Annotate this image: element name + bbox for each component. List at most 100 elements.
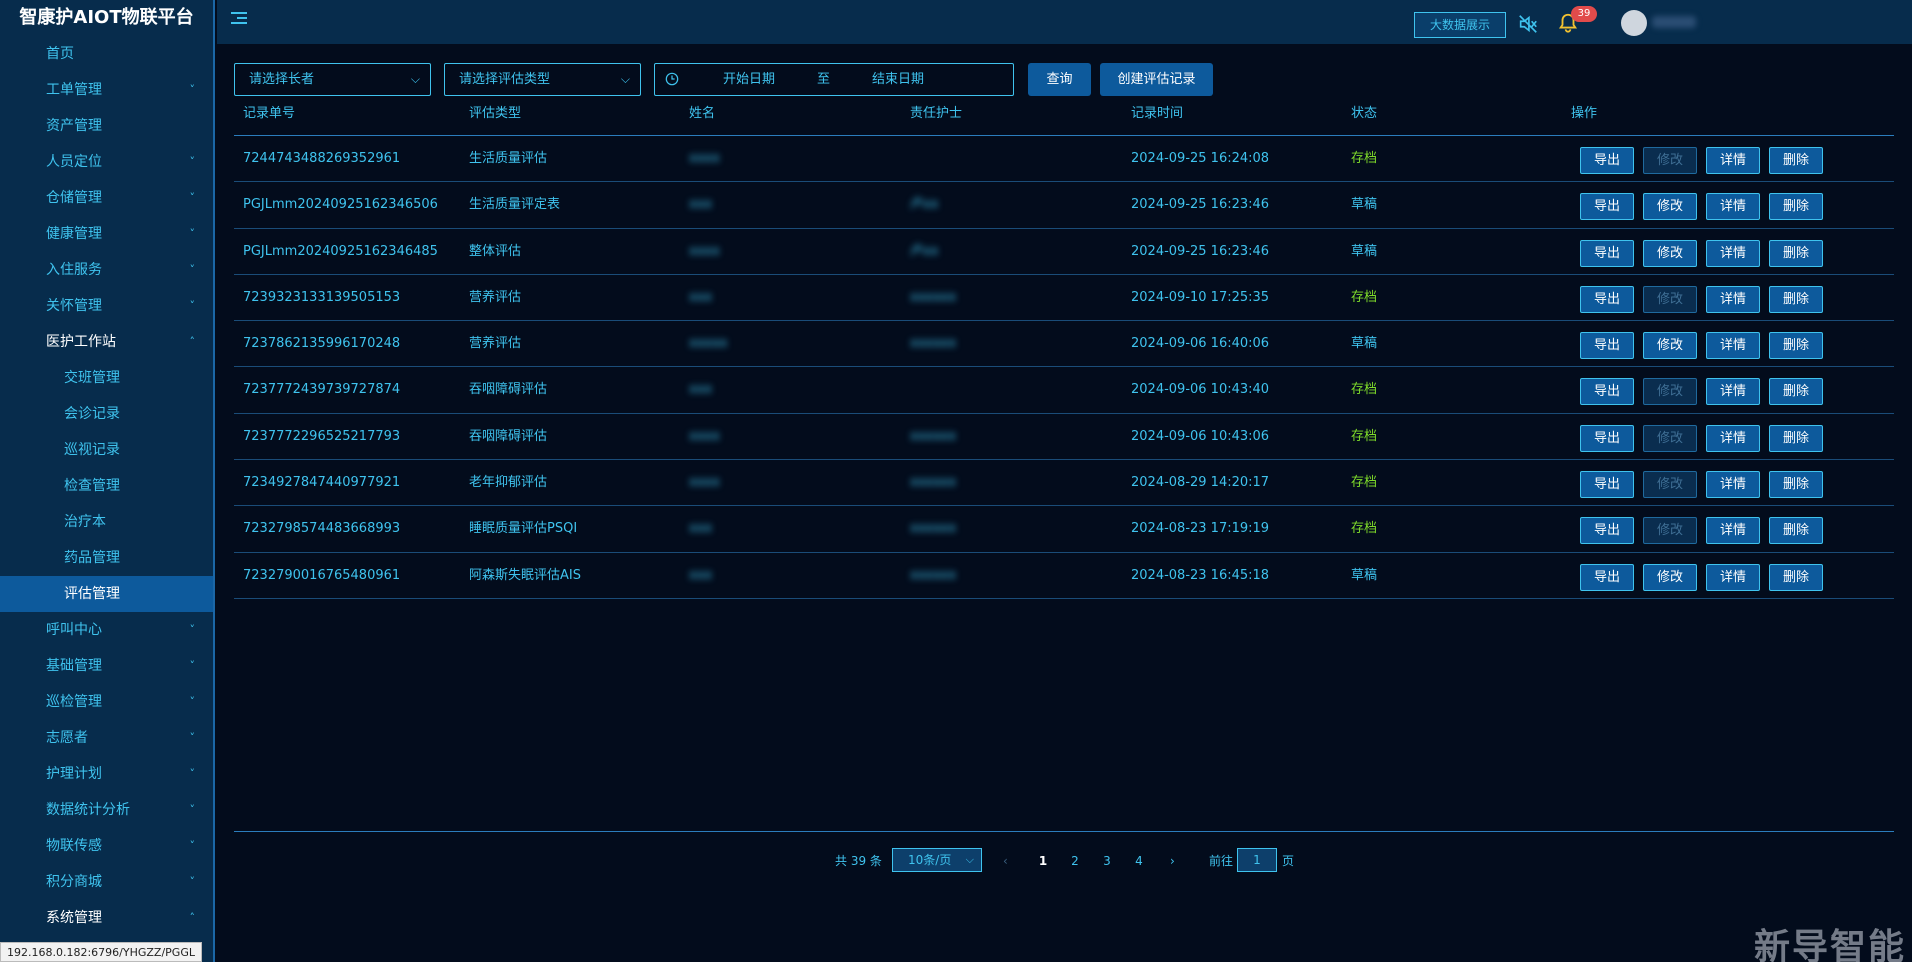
date-range-picker[interactable]: 开始日期 至 结束日期: [654, 63, 1014, 96]
edit-button[interactable]: 修改: [1643, 517, 1697, 545]
sidebar-item-care[interactable]: 关怀管理 ˅: [0, 288, 213, 324]
sidebar-item-work-order[interactable]: 工单管理 ˅: [0, 72, 213, 108]
delete-button[interactable]: 删除: [1769, 193, 1823, 221]
sidebar-subitem-treatment[interactable]: 治疗本: [0, 504, 213, 540]
page-number[interactable]: 4: [1131, 848, 1147, 874]
sidebar-subitem-consultation[interactable]: 会诊记录: [0, 396, 213, 432]
col-name: 姓名: [689, 106, 716, 121]
edit-button[interactable]: 修改: [1643, 563, 1697, 591]
detail-button[interactable]: 详情: [1706, 239, 1760, 267]
sidebar-item-care-plan[interactable]: 护理计划 ˅: [0, 756, 213, 792]
export-button[interactable]: 导出: [1580, 147, 1634, 174]
sidebar-item-assets[interactable]: 资产管理: [0, 108, 213, 144]
cell-name: xxx: [689, 567, 713, 583]
delete-button[interactable]: 删除: [1769, 424, 1823, 452]
next-page-button[interactable]: ›: [1170, 848, 1175, 874]
sidebar-item-points-mall[interactable]: 积分商城 ˅: [0, 864, 213, 900]
prev-page-button[interactable]: ‹: [1003, 848, 1008, 874]
export-button[interactable]: 导出: [1580, 193, 1634, 221]
export-button[interactable]: 导出: [1580, 285, 1634, 313]
sidebar-item-positioning[interactable]: 人员定位 ˅: [0, 144, 213, 180]
username-blurred[interactable]: [1652, 16, 1696, 28]
sidebar-item-call-center[interactable]: 呼叫中心 ˅: [0, 612, 213, 648]
create-assessment-button[interactable]: 创建评估记录: [1100, 63, 1213, 96]
export-button[interactable]: 导出: [1580, 517, 1634, 545]
export-button[interactable]: 导出: [1580, 424, 1634, 452]
delete-button[interactable]: 删除: [1769, 239, 1823, 267]
start-date-input[interactable]: 开始日期: [723, 64, 775, 95]
chevron-up-icon: ˄: [189, 911, 196, 924]
elder-select[interactable]: 请选择长者 ⌵: [234, 63, 431, 96]
assessment-type-select[interactable]: 请选择评估类型 ⌵: [444, 63, 641, 96]
table-row: PGJLmm20240925162346485 整体评估 xxxx 卢xx 2024-0…: [234, 229, 1894, 275]
sidebar-item-checkin[interactable]: 入住服务 ˅: [0, 252, 213, 288]
detail-button[interactable]: 详情: [1706, 193, 1760, 221]
delete-button[interactable]: 删除: [1769, 378, 1823, 406]
export-button[interactable]: 导出: [1580, 563, 1634, 591]
detail-button[interactable]: 详情: [1706, 147, 1760, 174]
delete-button[interactable]: 删除: [1769, 332, 1823, 360]
sidebar-subitem-patrol-record[interactable]: 巡视记录: [0, 432, 213, 468]
edit-button[interactable]: 修改: [1643, 424, 1697, 452]
edit-button[interactable]: 修改: [1643, 378, 1697, 406]
cell-record-no: 7232798574483668993: [243, 521, 401, 537]
delete-button[interactable]: 删除: [1769, 517, 1823, 545]
export-button[interactable]: 导出: [1580, 239, 1634, 267]
sidebar-item-medical-station[interactable]: 医护工作站 ˄: [0, 324, 213, 360]
detail-button[interactable]: 详情: [1706, 332, 1760, 360]
big-data-button[interactable]: 大数据展示: [1414, 12, 1506, 38]
notification-badge: 39: [1571, 6, 1597, 22]
sidebar-item-volunteer[interactable]: 志愿者 ˅: [0, 720, 213, 756]
menu-toggle-icon[interactable]: [231, 12, 247, 26]
detail-button[interactable]: 详情: [1706, 424, 1760, 452]
sidebar-item-warehouse[interactable]: 仓储管理 ˅: [0, 180, 213, 216]
detail-button[interactable]: 详情: [1706, 563, 1760, 591]
sidebar-item-label: 物联传感: [46, 838, 102, 854]
sidebar-item-inspection[interactable]: 巡检管理 ˅: [0, 684, 213, 720]
page-number[interactable]: 1: [1035, 848, 1051, 874]
table-row: 7237772439739727874 吞咽障碍评估 xxx 2024-09-06 1…: [234, 367, 1894, 414]
delete-button[interactable]: 删除: [1769, 563, 1823, 591]
export-button[interactable]: 导出: [1580, 471, 1634, 499]
cell-time: 2024-08-23 16:45:18: [1131, 567, 1270, 583]
cell-name: xxx: [689, 289, 713, 305]
export-button[interactable]: 导出: [1580, 332, 1634, 360]
edit-button[interactable]: 修改: [1643, 285, 1697, 313]
detail-button[interactable]: 详情: [1706, 378, 1760, 406]
sidebar-subitem-medicine[interactable]: 药品管理: [0, 540, 213, 576]
detail-button[interactable]: 详情: [1706, 471, 1760, 499]
sidebar-subitem-handover[interactable]: 交班管理: [0, 360, 213, 396]
edit-button[interactable]: 修改: [1643, 193, 1697, 221]
sidebar-item-system[interactable]: 系统管理 ˄: [0, 900, 213, 936]
goto-page-input[interactable]: 1: [1237, 848, 1277, 872]
edit-button[interactable]: 修改: [1643, 471, 1697, 499]
delete-button[interactable]: 删除: [1769, 147, 1823, 174]
edit-button[interactable]: 修改: [1643, 239, 1697, 267]
sidebar-item-health[interactable]: 健康管理 ˅: [0, 216, 213, 252]
sidebar-item-home[interactable]: 首页: [0, 36, 213, 72]
sidebar-menu: 首页 工单管理 ˅ 资产管理 人员定位 ˅ 仓储管理 ˅ 健康管理 ˅ 入住服务 ˅ 关怀…: [0, 36, 213, 936]
sidebar-item-label: 评估管理: [64, 586, 120, 602]
query-button[interactable]: 查询: [1028, 63, 1091, 96]
page-number[interactable]: 3: [1099, 848, 1115, 874]
page-size-select[interactable]: 10条/页 ⌵: [892, 848, 982, 872]
col-time: 记录时间: [1131, 106, 1184, 121]
sound-muted-icon[interactable]: [1517, 13, 1539, 35]
sidebar-item-iot-sensing[interactable]: 物联传感 ˅: [0, 828, 213, 864]
export-button[interactable]: 导出: [1580, 378, 1634, 406]
detail-button[interactable]: 详情: [1706, 517, 1760, 545]
end-date-input[interactable]: 结束日期: [872, 64, 924, 95]
sidebar-subitem-examination[interactable]: 检查管理: [0, 468, 213, 504]
edit-button[interactable]: 修改: [1643, 147, 1697, 174]
sidebar-item-basic[interactable]: 基础管理 ˅: [0, 648, 213, 684]
detail-button[interactable]: 详情: [1706, 285, 1760, 313]
table-row: 7232790016765480961 阿森斯失眠评估AIS xxx xxxxxx 20…: [234, 553, 1894, 599]
sidebar-item-statistics[interactable]: 数据统计分析 ˅: [0, 792, 213, 828]
edit-button[interactable]: 修改: [1643, 332, 1697, 360]
page-number[interactable]: 2: [1067, 848, 1083, 874]
sidebar-subitem-assessment[interactable]: 评估管理: [0, 576, 213, 612]
avatar[interactable]: [1621, 10, 1647, 36]
delete-button[interactable]: 删除: [1769, 471, 1823, 499]
table-row: 7232798574483668993 睡眠质量评估PSQI xxx xxxxxx 20…: [234, 506, 1894, 553]
delete-button[interactable]: 删除: [1769, 285, 1823, 313]
